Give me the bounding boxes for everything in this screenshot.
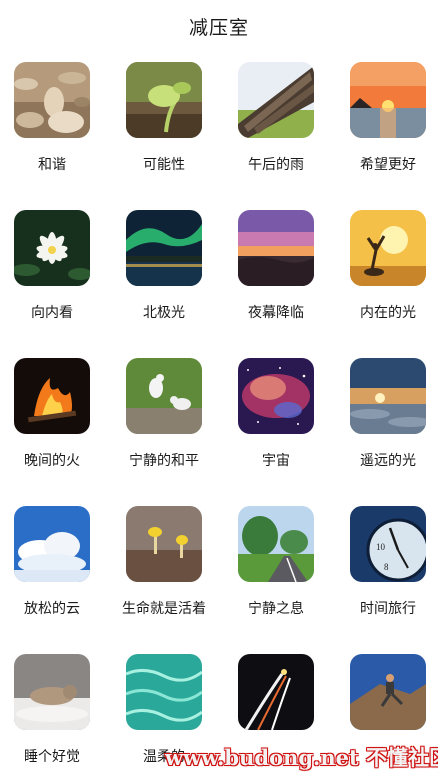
scene-label: 和谐 bbox=[38, 157, 66, 173]
nebula-image bbox=[238, 358, 314, 434]
scene-label: 希望更好 bbox=[360, 157, 416, 173]
mushroom-image bbox=[126, 506, 202, 582]
scene-label: 宁静之息 bbox=[248, 601, 304, 617]
woman-sunset-image bbox=[350, 210, 426, 286]
scene-label: 生命就是活着 bbox=[122, 601, 206, 617]
scene-item-afternoon-rain[interactable]: 午后的雨 bbox=[221, 62, 331, 174]
sprout-image bbox=[126, 62, 202, 138]
sunset-sea-image bbox=[350, 62, 426, 138]
clock-image: 10 8 bbox=[350, 506, 426, 582]
scene-item-peace[interactable]: 宁静的和平 bbox=[109, 358, 219, 470]
doves-image bbox=[126, 358, 202, 434]
svg-text:8: 8 bbox=[384, 562, 389, 572]
scene-item-aurora[interactable]: 北极光 bbox=[109, 210, 219, 322]
scene-label: 时间旅行 bbox=[360, 601, 416, 617]
scene-item-time-travel[interactable]: 10 8 时间旅行 bbox=[333, 506, 438, 618]
water-image bbox=[126, 654, 202, 730]
scene-label: 向内看 bbox=[31, 305, 73, 321]
scene-item-possibility[interactable]: 可能性 bbox=[109, 62, 219, 174]
scene-label: 午后的雨 bbox=[248, 157, 304, 173]
svg-text:10: 10 bbox=[376, 542, 386, 552]
scene-item-look-inward[interactable]: 向内看 bbox=[0, 210, 107, 322]
scene-label: 睡个好觉 bbox=[24, 749, 80, 765]
scene-label: 放松的云 bbox=[24, 601, 80, 617]
dusk-image bbox=[238, 210, 314, 286]
scene-label: 宇宙 bbox=[262, 453, 290, 469]
scene-item-harmony[interactable]: 和谐 bbox=[0, 62, 107, 174]
scene-item-life-is-living[interactable]: 生命就是活着 bbox=[109, 506, 219, 618]
scene-item-evening-fire[interactable]: 晚间的火 bbox=[0, 358, 107, 470]
roof-tiles-image bbox=[238, 62, 314, 138]
scene-item-breath-of-calm[interactable]: 宁静之息 bbox=[221, 506, 331, 618]
scene-item-hope-better[interactable]: 希望更好 bbox=[333, 62, 438, 174]
scene-item-distant-light[interactable]: 遥远的光 bbox=[333, 358, 438, 470]
relax-room-page: 减压室 和谐 可能性 午后的雨 希望更好 向内看 北极光 夜幕降临 内在的光 晚… bbox=[0, 0, 438, 777]
scene-item-good-sleep[interactable]: 睡个好觉 bbox=[0, 654, 107, 766]
scene-label: 可能性 bbox=[143, 157, 185, 173]
road-trees-image bbox=[238, 506, 314, 582]
sleeping-cat-image bbox=[14, 654, 90, 730]
scene-item-climber[interactable] bbox=[333, 654, 438, 746]
scene-item-inner-light[interactable]: 内在的光 bbox=[333, 210, 438, 322]
lotus-image bbox=[14, 210, 90, 286]
clouds-sunrise-image bbox=[350, 358, 426, 434]
scene-label: 内在的光 bbox=[360, 305, 416, 321]
scene-label: 夜幕降临 bbox=[248, 305, 304, 321]
scene-label: 遥远的光 bbox=[360, 453, 416, 469]
sky-clouds-image bbox=[14, 506, 90, 582]
climber-image bbox=[350, 654, 426, 730]
scene-item-night-road[interactable] bbox=[221, 654, 331, 746]
scene-label: 晚间的火 bbox=[24, 453, 80, 469]
scene-item-relaxing-clouds[interactable]: 放松的云 bbox=[0, 506, 107, 618]
campfire-image bbox=[14, 358, 90, 434]
scene-label: 宁静的和平 bbox=[129, 453, 199, 469]
watermark: www.budong.net 不懂社区 bbox=[165, 745, 438, 770]
scene-label: 北极光 bbox=[143, 305, 185, 321]
scene-item-universe[interactable]: 宇宙 bbox=[221, 358, 331, 470]
aurora-image bbox=[126, 210, 202, 286]
stones-image bbox=[14, 62, 90, 138]
night-road-image bbox=[238, 654, 314, 730]
page-title: 减压室 bbox=[188, 17, 249, 39]
scene-item-nightfall[interactable]: 夜幕降临 bbox=[221, 210, 331, 322]
